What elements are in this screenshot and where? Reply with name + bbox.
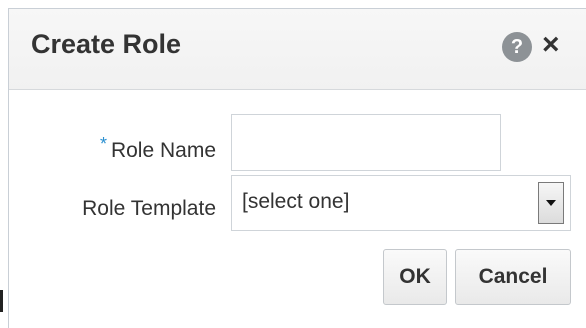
background-edge	[0, 290, 3, 312]
role-template-select[interactable]: [select one]	[231, 175, 571, 231]
dialog-title: Create Role	[31, 29, 182, 59]
dialog-titlebar: Create Role ? ×	[9, 9, 586, 90]
role-template-label: Role Template	[82, 197, 216, 220]
create-role-dialog: Create Role ? × * Role Name Role Template…	[8, 8, 586, 328]
role-name-input[interactable]	[231, 114, 501, 171]
cancel-button[interactable]: Cancel	[455, 249, 571, 305]
dropdown-arrow-icon[interactable]	[538, 182, 564, 224]
role-name-label: * Role Name	[100, 134, 216, 163]
help-icon[interactable]: ?	[502, 32, 532, 62]
role-template-selected-value: [select one]	[242, 190, 350, 213]
required-marker: *	[99, 134, 107, 154]
ok-button[interactable]: OK	[383, 249, 447, 305]
close-icon[interactable]: ×	[542, 25, 560, 65]
role-name-label-text: Role Name	[110, 139, 216, 162]
